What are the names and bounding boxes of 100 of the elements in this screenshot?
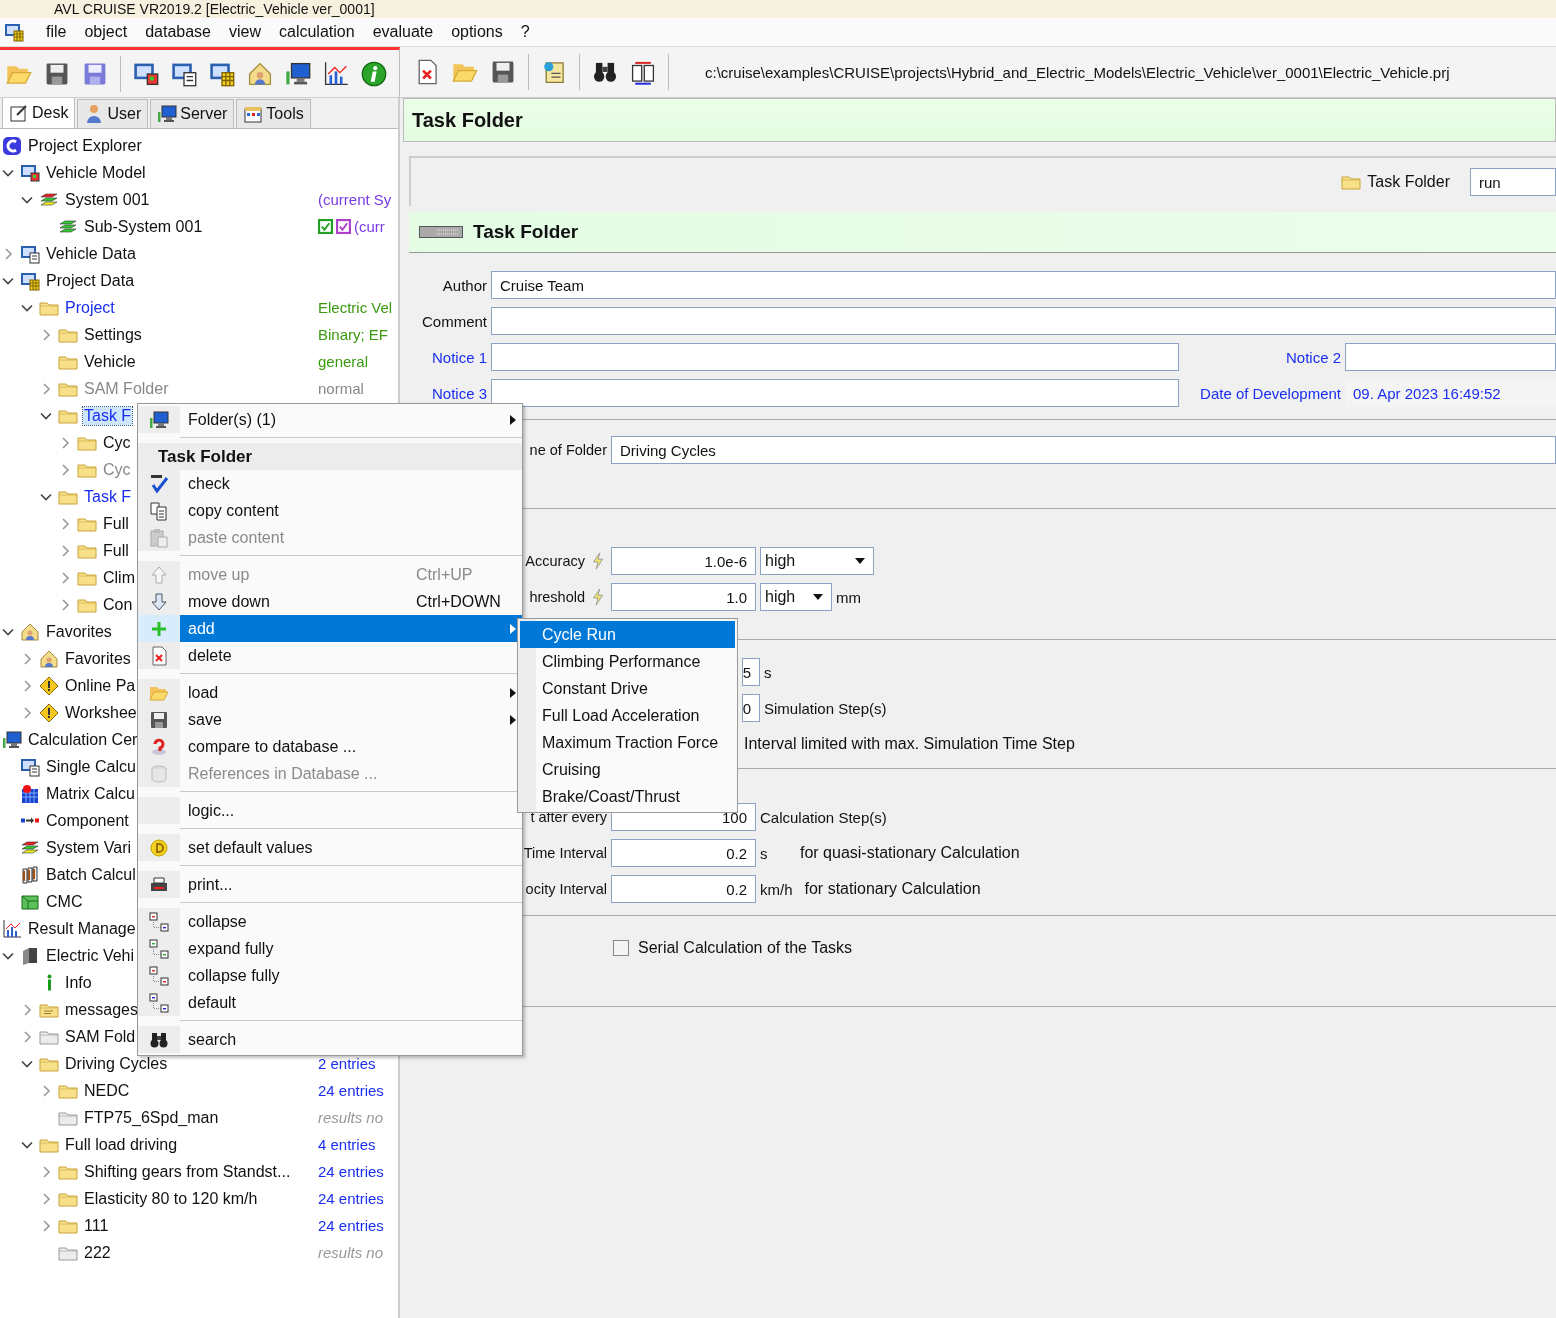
chevron-right-icon[interactable] (59, 517, 71, 530)
checkbox[interactable] (318, 219, 333, 234)
tree-item[interactable]: Favorites (45, 622, 113, 641)
menu-item[interactable]: compare to database ... (138, 733, 522, 760)
checkbox[interactable] (613, 940, 629, 956)
chevron-right-icon[interactable] (21, 1030, 33, 1043)
tree-item[interactable]: Full (102, 514, 130, 533)
chevron-right-icon[interactable] (40, 1165, 52, 1178)
panel-handle-icon[interactable] (419, 226, 463, 238)
menu-item[interactable]: add (138, 615, 522, 642)
scroll-icon[interactable] (541, 59, 567, 85)
input-field[interactable] (491, 379, 1179, 407)
input-field[interactable]: 1.0e-6 (611, 547, 756, 575)
input-field[interactable] (491, 343, 1179, 371)
tree-item[interactable]: Sub-System 001 (83, 217, 204, 236)
tab[interactable]: Server (150, 99, 235, 128)
tree-item[interactable]: 222 (83, 1243, 112, 1262)
tree-item[interactable]: Settings (83, 325, 143, 344)
tree-item[interactable]: Batch Calcul (45, 865, 137, 884)
tree-item[interactable]: Vehicle (83, 352, 137, 371)
tree-item[interactable]: messages (64, 1000, 139, 1019)
menu-item[interactable]: Maximum Traction Force (520, 729, 735, 756)
tree-item[interactable]: Calculation Cer (27, 730, 139, 749)
chevron-right-icon[interactable] (40, 1219, 52, 1232)
menu-item[interactable]: calculation (279, 23, 355, 41)
tree-item[interactable]: Shifting gears from Standst... (83, 1162, 292, 1181)
menu-item[interactable]: save (138, 706, 522, 733)
menu-item[interactable]: delete (138, 642, 522, 669)
tree-item[interactable]: Electric Vehi (45, 946, 136, 965)
tree-item[interactable]: Project (64, 298, 116, 317)
dropdown[interactable]: high (760, 547, 874, 575)
dropdown[interactable]: high (760, 583, 832, 611)
tree-item[interactable]: Full (102, 541, 130, 560)
window-icon[interactable] (4, 22, 24, 42)
menu-item[interactable]: print... (138, 871, 522, 898)
info-icon[interactable] (361, 60, 387, 87)
compare-icon[interactable] (630, 59, 656, 85)
house-icon[interactable] (247, 60, 273, 87)
menu-item[interactable]: logic... (138, 797, 522, 824)
tree-item[interactable]: Project Data (45, 271, 136, 290)
menu-item[interactable]: collapse fully (138, 962, 522, 989)
chevron-right-icon[interactable] (40, 1192, 52, 1205)
chevron-right-icon[interactable] (59, 436, 71, 449)
menu-item[interactable]: copy content (138, 497, 522, 524)
monitor-icon[interactable] (285, 60, 311, 87)
input-field[interactable]: 1.0 (611, 583, 756, 611)
tree-item[interactable]: Driving Cycles (64, 1054, 169, 1073)
input-field[interactable]: 0 (742, 694, 760, 722)
chart-icon[interactable] (323, 60, 349, 87)
tree-item[interactable]: Clim (102, 568, 136, 587)
menu-item[interactable]: collapse (138, 908, 522, 935)
menu-item[interactable]: Constant Drive (520, 675, 735, 702)
chevron-right-icon[interactable] (2, 247, 14, 260)
tree-item[interactable]: Component (45, 811, 130, 830)
chevron-right-icon[interactable] (59, 463, 71, 476)
checkbox[interactable] (336, 219, 351, 234)
menu-item[interactable]: view (229, 23, 261, 41)
tree-item[interactable]: Task F (83, 406, 133, 425)
menu-item[interactable]: expand fully (138, 935, 522, 962)
tree-item[interactable]: Cyc (102, 433, 132, 452)
menu-item[interactable]: ? (520, 23, 530, 41)
tree-item[interactable]: Elasticity 80 to 120 km/h (83, 1189, 259, 1208)
tree-item[interactable]: SAM Folder (83, 379, 170, 398)
menu-item[interactable]: Folder(s) (1) (138, 406, 522, 433)
input-field[interactable]: 0.2 (611, 875, 756, 903)
tree-item[interactable]: Task F (83, 487, 133, 506)
chevron-right-icon[interactable] (40, 1084, 52, 1097)
menu-item[interactable]: evaluate (372, 23, 434, 41)
chevron-right-icon[interactable] (59, 598, 71, 611)
menu-item[interactable]: move down Ctrl+DOWN (138, 588, 522, 615)
input-field[interactable] (491, 307, 1556, 335)
menu-item[interactable]: options (451, 23, 503, 41)
menu-item[interactable]: database (145, 23, 211, 41)
tree-item[interactable]: Full load driving (64, 1135, 179, 1154)
menu-item[interactable]: search (138, 1026, 522, 1053)
tree-item[interactable]: FTP75_6Spd_man (83, 1108, 220, 1127)
tab[interactable]: Tools (236, 99, 311, 128)
chevron-right-icon[interactable] (21, 679, 33, 692)
menu-item[interactable]: Climbing Performance (520, 648, 735, 675)
menu-item[interactable]: Cruising (520, 756, 735, 783)
input-field[interactable]: 5 (742, 658, 760, 686)
menu-item[interactable]: load (138, 679, 522, 706)
menu-item[interactable]: object (84, 23, 128, 41)
tab[interactable]: User (77, 99, 149, 128)
input-field[interactable]: Cruise Team (491, 271, 1556, 299)
tree-item[interactable]: Con (102, 595, 134, 614)
tab[interactable]: Desk (2, 98, 76, 128)
chevron-right-icon[interactable] (21, 652, 33, 665)
tree-item[interactable]: Result Manage (27, 919, 137, 938)
tree-item[interactable]: Online Pa (64, 676, 137, 695)
tree-item[interactable]: Workshee (64, 703, 138, 722)
tree-item[interactable]: Info (64, 973, 93, 992)
chevron-right-icon[interactable] (59, 544, 71, 557)
menu-item[interactable]: file (46, 23, 67, 41)
menu-item[interactable]: Cycle Run (520, 621, 735, 648)
input-field[interactable]: Driving Cycles (611, 436, 1556, 464)
chevron-right-icon[interactable] (40, 328, 52, 341)
save-icon[interactable] (490, 59, 516, 85)
tree-item[interactable]: Favorites (64, 649, 132, 668)
tree-item[interactable]: Project Explorer (27, 136, 143, 155)
